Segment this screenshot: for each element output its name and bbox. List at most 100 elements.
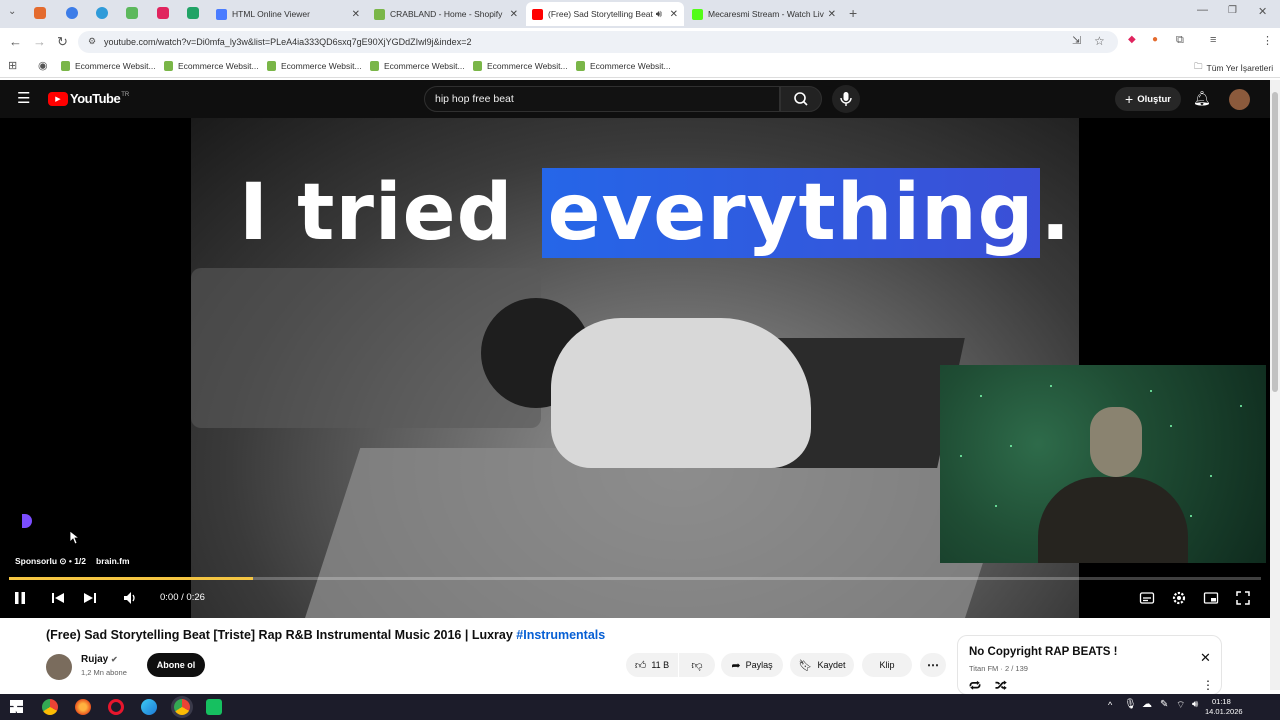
- firefox-icon[interactable]: [75, 699, 91, 715]
- apps-grid-icon[interactable]: ⊞: [8, 59, 17, 72]
- windows-start-icon[interactable]: [10, 700, 23, 713]
- fullscreen-icon[interactable]: [1235, 590, 1251, 606]
- pause-icon[interactable]: [12, 590, 28, 606]
- new-tab-icon[interactable]: +: [849, 5, 857, 21]
- restore-icon[interactable]: ❐: [1228, 5, 1237, 16]
- tray-volume-icon[interactable]: 🔊︎: [1192, 699, 1198, 710]
- tray-cloud-icon[interactable]: ☁︎: [1142, 699, 1152, 710]
- back-icon[interactable]: ←: [9, 34, 22, 49]
- forward-icon[interactable]: →: [33, 34, 46, 49]
- bookmark-star-icon[interactable]: ☆: [1094, 34, 1105, 48]
- extension-icon[interactable]: ◆: [1128, 34, 1136, 45]
- extension-icon[interactable]: ●: [1152, 34, 1158, 45]
- shopify-icon: [61, 61, 70, 71]
- taskbar: ^ 🎙︎ ☁︎ ✎ ⌔ 🔊︎ 01:18 14.01.2026: [0, 694, 1280, 720]
- pinned-tab-5[interactable]: [157, 7, 169, 19]
- share-button[interactable]: ➦ Paylaş: [721, 653, 783, 677]
- tab-crabland-shopify[interactable]: CRABLAND - Home - Shopify ✕: [368, 2, 524, 26]
- app-icon[interactable]: [206, 699, 222, 715]
- tab-search-icon[interactable]: ⌄: [8, 6, 16, 17]
- close-icon[interactable]: ✕: [510, 9, 518, 20]
- bookmarks-bar: ⊞ ◉ Ecommerce Websit... Ecommerce Websit…: [0, 56, 1280, 78]
- media-control-icon[interactable]: ≡: [1210, 34, 1216, 46]
- search-input[interactable]: hip hop free beat: [424, 86, 780, 112]
- settings-gear-icon[interactable]: [1171, 590, 1187, 606]
- shuffle-icon[interactable]: 🔀︎: [995, 678, 1007, 695]
- create-label: Oluştur: [1137, 93, 1171, 105]
- more-actions-button[interactable]: ⋯: [920, 653, 946, 677]
- previous-icon[interactable]: [50, 590, 66, 606]
- channel-avatar[interactable]: [46, 654, 72, 680]
- chrome-logo-icon[interactable]: ◉: [38, 59, 48, 72]
- close-icon[interactable]: ✕: [1200, 650, 1211, 666]
- loop-icon[interactable]: 🔁︎: [969, 678, 981, 695]
- minimize-icon[interactable]: —: [1197, 4, 1208, 16]
- tab-kick-stream[interactable]: Mecaresmi Stream - Watch Liv ✕: [686, 2, 842, 26]
- create-button[interactable]: + Oluştur: [1115, 87, 1181, 111]
- notifications-bell-icon[interactable]: 🔔︎: [1193, 90, 1211, 107]
- clip-button[interactable]: Klip: [862, 653, 912, 677]
- playlist-title[interactable]: No Copyright RAP BEATS !: [969, 646, 1117, 658]
- tray-chevron-icon[interactable]: ^: [1108, 700, 1112, 710]
- all-bookmarks[interactable]: 🗀 Tüm Yer İşaretleri: [1194, 61, 1273, 75]
- tray-pen-icon[interactable]: ✎: [1160, 699, 1168, 710]
- clock-time[interactable]: 01:18: [1212, 697, 1231, 706]
- pinned-tab-1[interactable]: [34, 7, 46, 19]
- subscribe-button[interactable]: Abone ol: [147, 653, 205, 677]
- tray-network-icon[interactable]: ⌔: [1176, 699, 1185, 712]
- volume-icon[interactable]: [122, 590, 138, 606]
- bookmark-item[interactable]: Ecommerce Websit...: [164, 61, 259, 71]
- edge-icon[interactable]: [141, 699, 157, 715]
- video-player[interactable]: I tried everything... Sponsorlu ⊙ • 1/2 …: [0, 118, 1270, 618]
- bookmark-item[interactable]: Ecommerce Websit...: [370, 61, 465, 71]
- bookmark-item[interactable]: Ecommerce Websit...: [576, 61, 671, 71]
- save-button[interactable]: 🔖︎ Kaydet: [790, 653, 854, 677]
- video-hashtag-link[interactable]: #Instrumentals: [516, 628, 605, 642]
- address-bar[interactable]: youtube.com/watch?v=Di0mfa_ly3w&list=PLe…: [78, 31, 1118, 53]
- chrome-active-icon[interactable]: [174, 699, 190, 715]
- more-vertical-icon[interactable]: ⋮: [1202, 678, 1214, 692]
- opera-icon[interactable]: [108, 699, 124, 715]
- next-icon[interactable]: [82, 590, 98, 606]
- install-app-icon[interactable]: ⇲: [1072, 34, 1081, 47]
- tab-youtube-active[interactable]: (Free) Sad Storytelling Beat 🔊︎ ✕: [526, 2, 684, 26]
- site-info-icon[interactable]: ⚙: [88, 36, 96, 47]
- tray-mic-icon[interactable]: 🎙︎: [1124, 699, 1137, 710]
- chrome-menu-icon[interactable]: ⋮: [1262, 34, 1273, 47]
- close-icon[interactable]: ✕: [352, 9, 360, 20]
- pinned-tab-3[interactable]: [96, 7, 108, 19]
- close-icon[interactable]: ✕: [828, 9, 836, 20]
- progress-bar[interactable]: [9, 577, 1261, 580]
- reload-icon[interactable]: ↻: [57, 34, 68, 50]
- hamburger-menu-icon[interactable]: ☰: [17, 91, 30, 106]
- clock-date[interactable]: 14.01.2026: [1205, 707, 1243, 716]
- dislike-button[interactable]: 👎︎: [679, 653, 715, 677]
- window-close-icon[interactable]: ✕: [1258, 5, 1267, 18]
- miniplayer-icon[interactable]: [1203, 590, 1219, 606]
- close-icon[interactable]: ✕: [670, 9, 678, 20]
- subtitles-icon[interactable]: [1139, 590, 1155, 606]
- verified-badge-icon: ✔: [111, 655, 118, 664]
- channel-name[interactable]: Rujay ✔: [81, 654, 118, 665]
- ad-site-link[interactable]: brain.fm: [96, 556, 130, 566]
- thumbs-down-icon: 👎︎: [691, 659, 703, 672]
- shopify-icon: [576, 61, 585, 71]
- pinned-tab-4[interactable]: [126, 7, 138, 19]
- scrollbar-thumb[interactable]: [1272, 92, 1278, 392]
- speaker-icon[interactable]: 🔊︎: [656, 9, 662, 20]
- bookmark-item[interactable]: Ecommerce Websit...: [61, 61, 156, 71]
- youtube-logo[interactable]: ▶ YouTube TR: [48, 91, 129, 106]
- playlist-subtitle: Titan FM · 2 / 139: [969, 664, 1028, 673]
- like-button[interactable]: 👍︎ 11 B: [626, 653, 678, 677]
- chrome-icon[interactable]: [42, 699, 58, 715]
- bookmark-item[interactable]: Ecommerce Websit...: [473, 61, 568, 71]
- bookmark-item[interactable]: Ecommerce Websit...: [267, 61, 362, 71]
- search-button[interactable]: [780, 86, 822, 112]
- page-scrollbar[interactable]: [1270, 80, 1280, 690]
- tab-html-viewer[interactable]: HTML Online Viewer ✕: [210, 2, 366, 26]
- voice-search-button[interactable]: [832, 85, 860, 113]
- pinned-tab-2[interactable]: [66, 7, 78, 19]
- extensions-puzzle-icon[interactable]: ⧉: [1176, 34, 1184, 47]
- pinned-tab-6[interactable]: [187, 7, 199, 19]
- user-avatar[interactable]: [1229, 89, 1250, 110]
